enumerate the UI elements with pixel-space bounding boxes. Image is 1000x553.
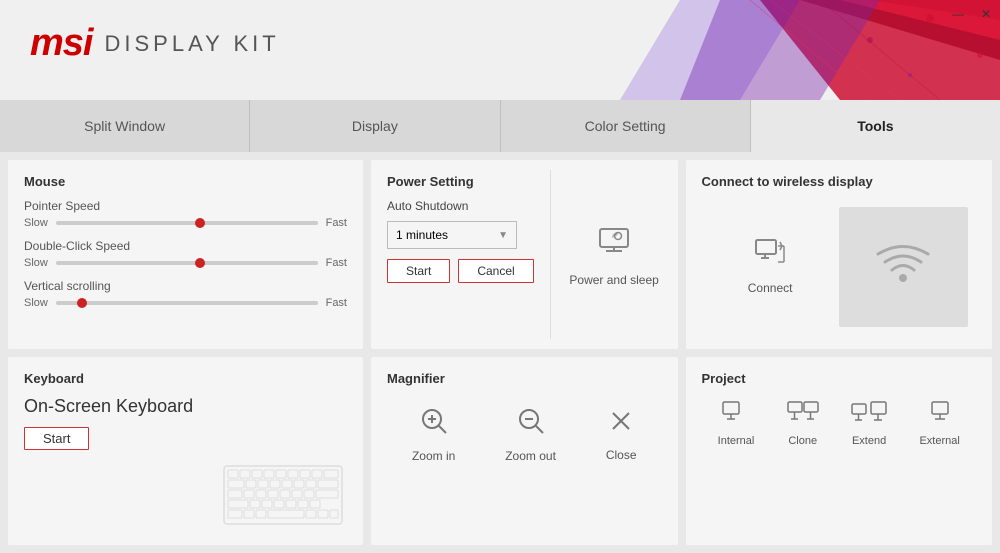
- double-click-label: Double-Click Speed: [24, 239, 347, 253]
- double-click-speed-group: Double-Click Speed Slow Fast: [24, 239, 347, 269]
- vertical-scrolling-group: Vertical scrolling Slow Fast: [24, 279, 347, 309]
- external-item[interactable]: External: [919, 401, 959, 447]
- close-magnifier-icon: [607, 407, 635, 442]
- pointer-fast-label: Fast: [326, 217, 347, 229]
- vertical-scroll-slider[interactable]: [56, 301, 318, 305]
- internal-label: Internal: [718, 435, 755, 447]
- vscroll-fast-label: Fast: [326, 297, 347, 309]
- header: msi DISPLAY KIT: [0, 0, 1000, 100]
- tab-split-window[interactable]: Split Window: [0, 100, 250, 152]
- connect-wireless-card: Connect to wireless display Connect: [686, 160, 993, 349]
- pointer-speed-row: Slow Fast: [24, 217, 347, 229]
- msi-logo: msi: [30, 22, 92, 65]
- tab-bar: Split Window Display Color Setting Tools: [0, 100, 1000, 152]
- zoom-out-label: Zoom out: [505, 449, 556, 463]
- connect-label: Connect: [748, 281, 793, 295]
- connect-preview: [839, 207, 968, 327]
- power-section-title: Power Setting: [387, 174, 534, 189]
- on-screen-keyboard-label: On-Screen Keyboard: [24, 396, 347, 417]
- mouse-card: Mouse Pointer Speed Slow Fast Double-Cli…: [8, 160, 363, 349]
- double-click-slider[interactable]: [56, 261, 318, 265]
- clone-icon: [787, 401, 819, 429]
- dropdown-arrow-icon: ▼: [498, 230, 508, 241]
- pointer-speed-label: Pointer Speed: [24, 199, 347, 213]
- power-card: Power Setting Auto Shutdown 1 minutes ▼ …: [371, 160, 678, 349]
- power-cancel-button[interactable]: Cancel: [458, 259, 533, 283]
- vertical-scroll-row: Slow Fast: [24, 297, 347, 309]
- power-start-button[interactable]: Start: [387, 259, 450, 283]
- zoom-in-icon: [419, 406, 449, 443]
- pointer-speed-group: Pointer Speed Slow Fast: [24, 199, 347, 229]
- internal-item[interactable]: Internal: [718, 401, 755, 447]
- extend-icon: [851, 401, 887, 429]
- tab-display[interactable]: Display: [250, 100, 500, 152]
- internal-icon: [722, 401, 750, 429]
- clone-item[interactable]: Clone: [787, 401, 819, 447]
- dblclick-fast-label: Fast: [326, 257, 347, 269]
- keyboard-card: Keyboard On-Screen Keyboard Start: [8, 357, 363, 546]
- connect-section-title: Connect to wireless display: [702, 174, 977, 189]
- wifi-icon: [873, 234, 933, 299]
- auto-shutdown-select[interactable]: 1 minutes ▼: [387, 221, 517, 249]
- title-bar: — ✕: [920, 0, 1000, 28]
- zoom-out-icon: [516, 406, 546, 443]
- external-icon: [926, 401, 954, 429]
- extend-label: Extend: [852, 435, 886, 447]
- close-magnifier-label: Close: [606, 448, 637, 462]
- vscroll-slow-label: Slow: [24, 297, 48, 309]
- connect-button-area[interactable]: Connect: [702, 199, 839, 335]
- pointer-slow-label: Slow: [24, 217, 48, 229]
- connect-icon: [754, 238, 786, 273]
- power-sleep-icon: [596, 221, 632, 265]
- double-click-row: Slow Fast: [24, 257, 347, 269]
- project-section-title: Project: [702, 371, 977, 386]
- minimize-button[interactable]: —: [944, 0, 972, 28]
- mouse-section-title: Mouse: [24, 174, 347, 189]
- auto-shutdown-value: 1 minutes: [396, 228, 448, 242]
- tab-tools[interactable]: Tools: [751, 100, 1000, 152]
- auto-shutdown-label: Auto Shutdown: [387, 199, 534, 213]
- vertical-scroll-label: Vertical scrolling: [24, 279, 347, 293]
- pointer-speed-slider[interactable]: [56, 221, 318, 225]
- power-sleep-label: Power and sleep: [569, 273, 658, 287]
- zoom-in-label: Zoom in: [412, 449, 455, 463]
- clone-label: Clone: [788, 435, 817, 447]
- dblclick-slow-label: Slow: [24, 257, 48, 269]
- external-label: External: [919, 435, 959, 447]
- main-content: Mouse Pointer Speed Slow Fast Double-Cli…: [0, 152, 1000, 553]
- zoom-out-item[interactable]: Zoom out: [505, 406, 556, 463]
- magnifier-section-title: Magnifier: [387, 371, 662, 386]
- power-settings-left: Power Setting Auto Shutdown 1 minutes ▼ …: [371, 160, 550, 349]
- project-controls: Internal Clone: [702, 396, 977, 452]
- app-title: DISPLAY KIT: [104, 31, 279, 57]
- power-sleep-section[interactable]: Power and sleep: [551, 160, 678, 349]
- close-magnifier-item[interactable]: Close: [606, 407, 637, 462]
- project-card: Project Internal: [686, 357, 993, 546]
- power-button-row: Start Cancel: [387, 259, 534, 283]
- keyboard-start-button[interactable]: Start: [24, 427, 89, 450]
- keyboard-section-title: Keyboard: [24, 371, 347, 386]
- close-button[interactable]: ✕: [972, 0, 1000, 28]
- header-logo: msi DISPLAY KIT: [30, 22, 280, 65]
- zoom-in-item[interactable]: Zoom in: [412, 406, 455, 463]
- magnifier-card: Magnifier Zoom in: [371, 357, 678, 546]
- connect-inner: Connect: [702, 199, 977, 335]
- magnifier-controls: Zoom in Zoom out: [387, 396, 662, 473]
- tab-color-setting[interactable]: Color Setting: [501, 100, 751, 152]
- extend-item[interactable]: Extend: [851, 401, 887, 447]
- keyboard-illustration: [223, 465, 343, 530]
